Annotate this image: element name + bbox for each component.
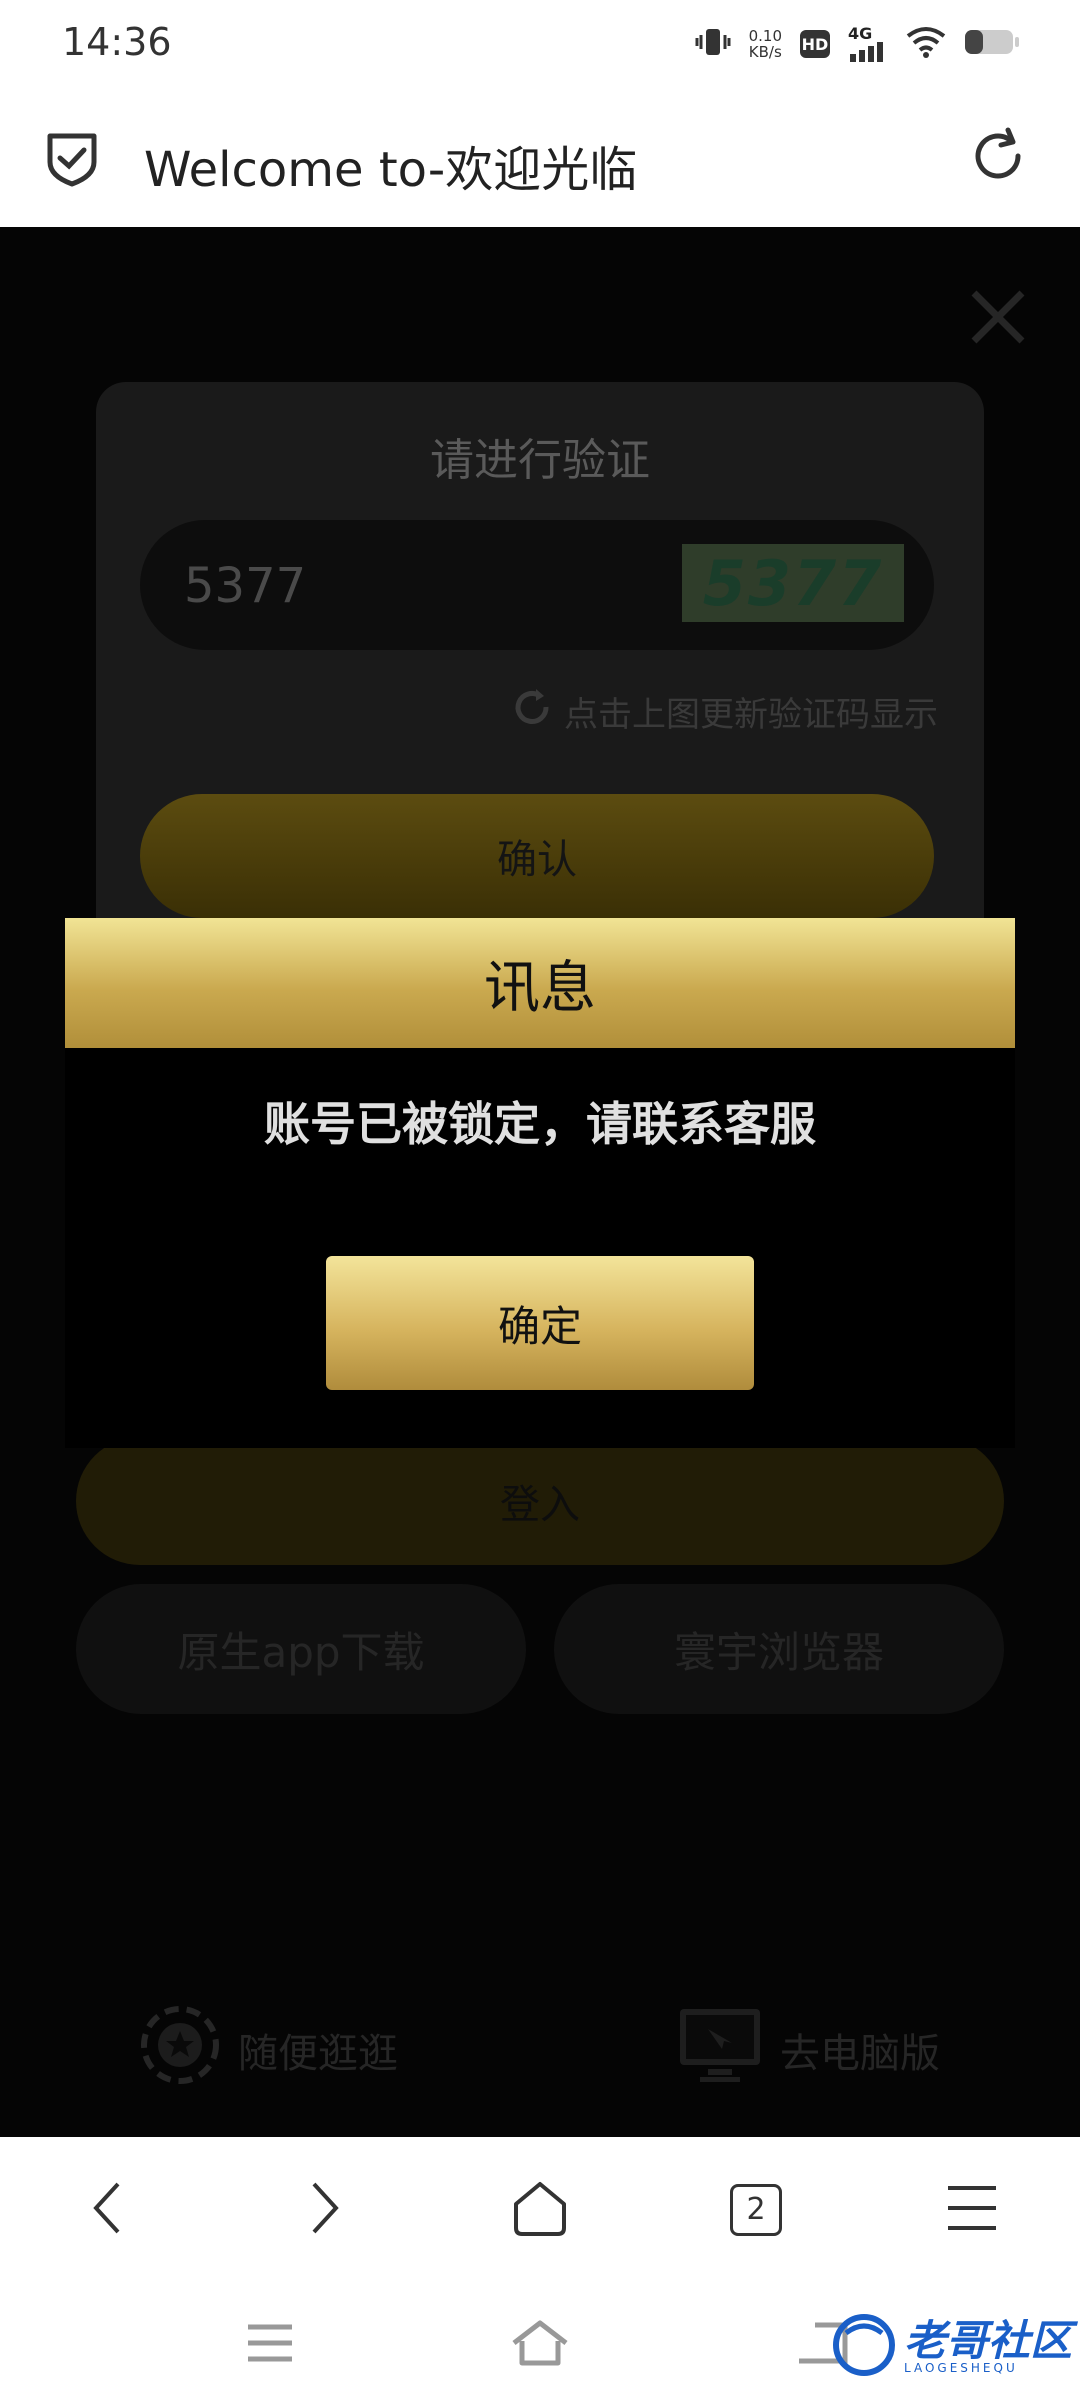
captcha-value: 5377 xyxy=(184,558,307,614)
captcha-refresh-hint[interactable]: 点击上图更新验证码显示 xyxy=(512,687,938,736)
browse-link[interactable]: 随便逛逛 xyxy=(140,2005,398,2095)
shield-check-icon[interactable] xyxy=(42,128,102,192)
hd-badge: HD xyxy=(800,30,830,58)
system-home-button[interactable] xyxy=(475,2282,605,2408)
forward-button[interactable] xyxy=(254,2137,394,2282)
chevron-right-icon xyxy=(304,2180,344,2240)
chip-star-icon xyxy=(140,2005,220,2095)
login-button[interactable]: 登入 xyxy=(76,1437,1004,1565)
battery-icon xyxy=(964,27,1020,61)
refresh-icon xyxy=(512,687,552,736)
confirm-verify-button[interactable]: 确认 xyxy=(140,794,934,918)
chevron-left-icon xyxy=(88,2180,128,2240)
watermark-subtext: LAOGESHEQU xyxy=(904,2361,1018,2375)
recent-apps-button[interactable] xyxy=(205,2282,335,2408)
status-time: 14:36 xyxy=(62,20,172,64)
dialog-ok-button[interactable]: 确定 xyxy=(326,1256,754,1390)
home-button[interactable] xyxy=(470,2137,610,2282)
verify-card: 请进行验证 5377 5377 点击上图更新验证码显示 确认 xyxy=(96,382,984,982)
reload-icon[interactable] xyxy=(968,126,1028,190)
recent-apps-icon xyxy=(246,2323,294,2367)
wifi-icon xyxy=(906,26,946,62)
browser-toolbar: 2 xyxy=(0,2137,1080,2282)
verify-title: 请进行验证 xyxy=(430,435,650,486)
captcha-image[interactable]: 5377 xyxy=(682,544,904,622)
watermark: 老哥社区 LAOGESHEQU xyxy=(832,2312,1072,2382)
app-download-button[interactable]: 原生app下载 xyxy=(76,1584,526,1714)
dragon-logo-icon xyxy=(832,2313,896,2381)
refresh-hint-text: 点击上图更新验证码显示 xyxy=(564,695,938,735)
dialog-title: 讯息 xyxy=(65,918,1015,1048)
status-icons: 0.10 KB/s HD 4G xyxy=(695,22,1020,66)
message-dialog: 讯息 账号已被锁定，请联系客服 确定 xyxy=(65,918,1015,1448)
close-icon[interactable] xyxy=(970,289,1026,349)
tab-count: 2 xyxy=(730,2183,782,2236)
tabs-button[interactable]: 2 xyxy=(686,2137,826,2282)
page-title[interactable]: Welcome to-欢迎光临 xyxy=(144,130,637,200)
menu-button[interactable] xyxy=(902,2137,1042,2282)
vibrate-icon xyxy=(695,24,731,64)
desktop-label: 去电脑版 xyxy=(780,2031,940,2077)
captcha-input[interactable]: 5377 5377 xyxy=(140,520,934,650)
universe-browser-button[interactable]: 寰宇浏览器 xyxy=(554,1584,1004,1714)
watermark-text: 老哥社区 xyxy=(904,2316,1073,2365)
net-speed: 0.10 KB/s xyxy=(748,27,782,61)
back-button[interactable] xyxy=(38,2137,178,2282)
home-icon xyxy=(510,2178,570,2242)
desktop-version-link[interactable]: 去电脑版 xyxy=(678,2005,940,2095)
status-bar: 14:36 0.10 KB/s HD 4G xyxy=(0,0,1080,90)
cellular-signal-icon: 4G xyxy=(848,26,888,62)
address-bar: Welcome to-欢迎光临 xyxy=(0,90,1080,227)
home-outline-icon xyxy=(510,2319,570,2371)
system-navigation-bar: 老哥社区 LAOGESHEQU xyxy=(0,2282,1080,2408)
dialog-message: 账号已被锁定，请联系客服 xyxy=(264,1097,816,1151)
monitor-icon xyxy=(678,2005,762,2095)
menu-icon xyxy=(946,2184,998,2236)
browse-label: 随便逛逛 xyxy=(238,2031,398,2077)
